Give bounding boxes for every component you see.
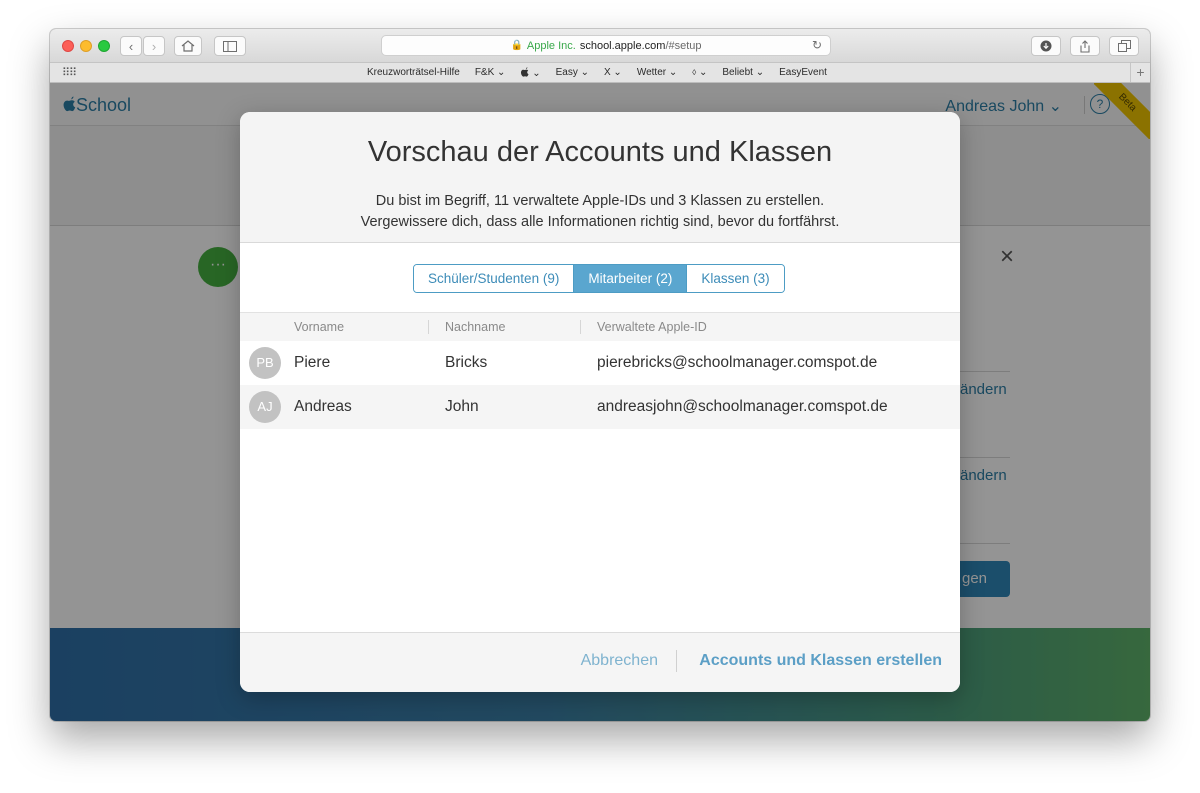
dialog-subtitle: Du bist im Begriff, 11 verwaltete Apple-… (240, 191, 960, 233)
new-tab-button[interactable]: + (1130, 63, 1150, 82)
apple-id-cell: andreasjohn@schoolmanager.comspot.de (597, 398, 888, 415)
bookmark-item[interactable]: Easy ⌄ (556, 67, 589, 79)
table-row[interactable]: AJ Andreas John andreasjohn@schoolmanage… (240, 385, 960, 429)
column-header-apple-id[interactable]: Verwaltete Apple-ID (597, 320, 707, 334)
tab-classes[interactable]: Klassen (3) (687, 265, 784, 292)
home-icon (181, 40, 195, 52)
column-divider (580, 320, 581, 334)
bookmarks-bar: ⠿⠿ Kreuzworträtsel-Hilfe F&K ⌄ ⌄ Easy ⌄ … (50, 63, 1150, 83)
subtitle-line: Vergewissere dich, dass alle Information… (360, 214, 840, 230)
dialog-title: Vorschau der Accounts und Klassen (367, 136, 833, 168)
tabs-button[interactable] (1109, 36, 1139, 56)
address-domain: school.apple.com (579, 39, 666, 52)
cancel-button[interactable]: Abbrechen (581, 652, 658, 670)
column-divider (428, 320, 429, 334)
bookmark-item[interactable]: ⌄ (520, 67, 541, 79)
subtitle-line: Du bist im Begriff, 11 verwaltete Apple-… (375, 193, 825, 209)
grid-icon[interactable]: ⠿⠿ (62, 66, 77, 79)
bookmark-item[interactable]: F&K ⌄ (475, 67, 506, 79)
last-name-cell: John (445, 398, 479, 415)
bookmark-item[interactable]: X ⌄ (604, 67, 622, 79)
zoom-window-button[interactable] (98, 40, 110, 52)
first-name-cell: Andreas (294, 398, 352, 415)
reload-icon[interactable]: ↻ (812, 38, 822, 52)
chevron-right-icon: › (151, 38, 157, 54)
home-button[interactable] (174, 36, 202, 56)
diamond-icon: ◊ (692, 68, 697, 77)
table-header: Vorname Nachname Verwaltete Apple-ID (240, 312, 960, 341)
dialog-header: Vorschau der Accounts und Klassen Du bis… (240, 112, 960, 243)
apple-id-cell: pierebricks@schoolmanager.comspot.de (597, 354, 878, 371)
tab-staff[interactable]: Mitarbeiter (2) (574, 265, 688, 292)
bookmark-label: ⌄ (529, 68, 541, 79)
column-header-last-name[interactable]: Nachname (445, 320, 505, 334)
download-icon (1040, 40, 1052, 52)
address-path: /#setup (665, 39, 702, 52)
bookmark-item[interactable]: ◊ ⌄ (692, 67, 707, 79)
last-name-cell: Bricks (445, 354, 488, 371)
sidebar-icon (223, 40, 237, 52)
tabs-icon (1117, 40, 1131, 52)
table-row[interactable]: PB Piere Bricks pierebricks@schoolmanage… (240, 341, 960, 385)
downloads-button[interactable] (1031, 36, 1061, 56)
create-accounts-button[interactable]: Accounts und Klassen erstellen (699, 652, 942, 670)
tab-students[interactable]: Schüler/Studenten (9) (414, 265, 575, 292)
bookmark-item[interactable]: Kreuzworträtsel-Hilfe (367, 67, 460, 79)
share-icon (1080, 39, 1090, 53)
sidebar-button[interactable] (214, 36, 246, 56)
plus-icon: + (1136, 64, 1145, 80)
footer-divider (676, 650, 677, 672)
forward-button[interactable]: › (143, 36, 165, 56)
avatar: PB (249, 347, 281, 379)
lock-icon: 🔒 (510, 40, 523, 51)
bookmark-item[interactable]: Beliebt ⌄ (722, 67, 764, 79)
address-corp: Apple Inc. (526, 39, 576, 52)
share-button[interactable] (1070, 36, 1100, 56)
first-name-cell: Piere (294, 354, 331, 371)
segmented-control: Schüler/Studenten (9) Mitarbeiter (2) Kl… (413, 264, 785, 293)
avatar: AJ (249, 391, 281, 423)
preview-dialog: Vorschau der Accounts und Klassen Du bis… (240, 112, 960, 692)
browser-toolbar: ‹ › 🔒 Apple Inc. school.apple.com /#setu… (50, 29, 1150, 63)
column-header-first-name[interactable]: Vorname (294, 320, 344, 334)
minimize-window-button[interactable] (80, 40, 92, 52)
address-bar[interactable]: 🔒 Apple Inc. school.apple.com /#setup ↻ (381, 35, 831, 56)
back-button[interactable]: ‹ (120, 36, 142, 56)
bookmark-item[interactable]: Wetter ⌄ (637, 67, 677, 79)
close-window-button[interactable] (62, 40, 74, 52)
bookmark-list: Kreuzworträtsel-Hilfe F&K ⌄ ⌄ Easy ⌄ X ⌄… (367, 67, 827, 79)
browser-window: ‹ › 🔒 Apple Inc. school.apple.com /#setu… (50, 29, 1150, 721)
bookmark-item[interactable]: EasyEvent (779, 67, 827, 79)
bookmark-label: ⌄ (698, 67, 708, 78)
dialog-footer: Abbrechen Accounts und Klassen erstellen (240, 632, 960, 692)
chevron-left-icon: ‹ (128, 38, 134, 54)
